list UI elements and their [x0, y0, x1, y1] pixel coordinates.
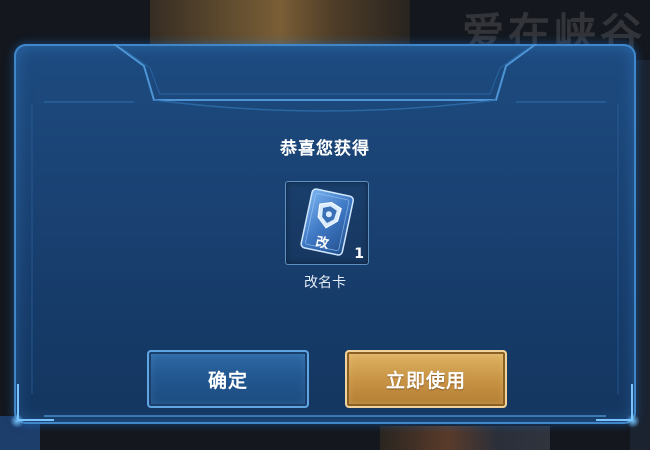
background-bottom-strip [380, 426, 550, 450]
background-character-art [150, 0, 410, 46]
reward-dialog: 恭喜您获得 改 1 改名卡 确定 立即使用 [10, 44, 640, 428]
confirm-button-label: 确定 [207, 369, 248, 392]
item-count: 1 [354, 246, 364, 262]
reward-item-slot[interactable]: 改 1 [285, 181, 369, 265]
use-now-button[interactable]: 立即使用 [345, 350, 507, 408]
confirm-button[interactable]: 确定 [147, 350, 309, 408]
use-now-button-label: 立即使用 [385, 369, 466, 392]
corner-glow-left [10, 414, 24, 428]
dialog-title: 恭喜您获得 [280, 139, 370, 159]
item-name: 改名卡 [304, 275, 346, 291]
corner-glow-right [626, 414, 640, 428]
